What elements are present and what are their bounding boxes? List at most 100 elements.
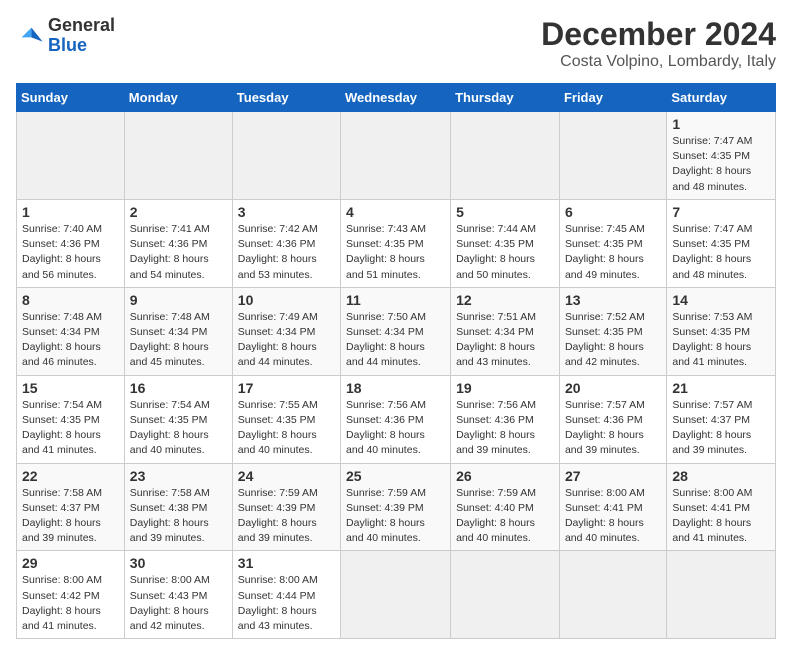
day-info: Sunrise: 7:54 AM Sunset: 4:35 PM Dayligh… <box>22 398 119 459</box>
day-number: 20 <box>565 380 661 396</box>
calendar-day-cell: 1 Sunrise: 7:47 AM Sunset: 4:35 PM Dayli… <box>667 112 776 200</box>
day-info: Sunrise: 8:00 AM Sunset: 4:44 PM Dayligh… <box>238 573 335 634</box>
calendar-day-cell: 3 Sunrise: 7:42 AM Sunset: 4:36 PM Dayli… <box>232 199 340 287</box>
day-info: Sunrise: 7:59 AM Sunset: 4:39 PM Dayligh… <box>346 486 445 547</box>
calendar-day-cell: 19 Sunrise: 7:56 AM Sunset: 4:36 PM Dayl… <box>451 375 560 463</box>
calendar-day-cell: 6 Sunrise: 7:45 AM Sunset: 4:35 PM Dayli… <box>559 199 666 287</box>
day-number: 1 <box>22 204 119 220</box>
calendar-week-row: 1 Sunrise: 7:40 AM Sunset: 4:36 PM Dayli… <box>17 199 776 287</box>
calendar-week-row: 8 Sunrise: 7:48 AM Sunset: 4:34 PM Dayli… <box>17 287 776 375</box>
day-info: Sunrise: 7:41 AM Sunset: 4:36 PM Dayligh… <box>130 222 227 283</box>
day-number: 14 <box>672 292 770 308</box>
calendar-header-cell: Tuesday <box>232 84 340 112</box>
calendar-day-cell: 5 Sunrise: 7:44 AM Sunset: 4:35 PM Dayli… <box>451 199 560 287</box>
calendar-week-row: 22 Sunrise: 7:58 AM Sunset: 4:37 PM Dayl… <box>17 463 776 551</box>
calendar-header-cell: Sunday <box>17 84 125 112</box>
day-number: 17 <box>238 380 335 396</box>
calendar-day-cell: 12 Sunrise: 7:51 AM Sunset: 4:34 PM Dayl… <box>451 287 560 375</box>
day-number: 19 <box>456 380 554 396</box>
calendar-body: 1 Sunrise: 7:47 AM Sunset: 4:35 PM Dayli… <box>17 112 776 639</box>
calendar-day-cell: 16 Sunrise: 7:54 AM Sunset: 4:35 PM Dayl… <box>124 375 232 463</box>
day-number: 3 <box>238 204 335 220</box>
day-number: 28 <box>672 468 770 484</box>
day-number: 7 <box>672 204 770 220</box>
day-info: Sunrise: 7:49 AM Sunset: 4:34 PM Dayligh… <box>238 310 335 371</box>
day-number: 12 <box>456 292 554 308</box>
day-number: 16 <box>130 380 227 396</box>
calendar-day-cell: 13 Sunrise: 7:52 AM Sunset: 4:35 PM Dayl… <box>559 287 666 375</box>
calendar-day-cell <box>451 112 560 200</box>
day-number: 26 <box>456 468 554 484</box>
calendar-day-cell: 15 Sunrise: 7:54 AM Sunset: 4:35 PM Dayl… <box>17 375 125 463</box>
day-number: 6 <box>565 204 661 220</box>
day-number: 31 <box>238 555 335 571</box>
day-info: Sunrise: 7:54 AM Sunset: 4:35 PM Dayligh… <box>130 398 227 459</box>
day-number: 23 <box>130 468 227 484</box>
calendar-header-row: SundayMondayTuesdayWednesdayThursdayFrid… <box>17 84 776 112</box>
header: General Blue December 2024 Costa Volpino… <box>16 16 776 71</box>
month-title: December 2024 <box>541 16 776 53</box>
calendar-day-cell: 29 Sunrise: 8:00 AM Sunset: 4:42 PM Dayl… <box>17 551 125 639</box>
calendar-day-cell: 26 Sunrise: 7:59 AM Sunset: 4:40 PM Dayl… <box>451 463 560 551</box>
calendar-day-cell: 9 Sunrise: 7:48 AM Sunset: 4:34 PM Dayli… <box>124 287 232 375</box>
day-info: Sunrise: 7:48 AM Sunset: 4:34 PM Dayligh… <box>22 310 119 371</box>
calendar-day-cell: 23 Sunrise: 7:58 AM Sunset: 4:38 PM Dayl… <box>124 463 232 551</box>
calendar-day-cell: 24 Sunrise: 7:59 AM Sunset: 4:39 PM Dayl… <box>232 463 340 551</box>
day-info: Sunrise: 7:52 AM Sunset: 4:35 PM Dayligh… <box>565 310 661 371</box>
calendar-header-cell: Friday <box>559 84 666 112</box>
calendar-header-cell: Wednesday <box>341 84 451 112</box>
calendar-day-cell: 8 Sunrise: 7:48 AM Sunset: 4:34 PM Dayli… <box>17 287 125 375</box>
calendar-day-cell: 10 Sunrise: 7:49 AM Sunset: 4:34 PM Dayl… <box>232 287 340 375</box>
day-info: Sunrise: 8:00 AM Sunset: 4:43 PM Dayligh… <box>130 573 227 634</box>
day-number: 9 <box>130 292 227 308</box>
day-number: 8 <box>22 292 119 308</box>
calendar-day-cell: 1 Sunrise: 7:40 AM Sunset: 4:36 PM Dayli… <box>17 199 125 287</box>
day-info: Sunrise: 7:57 AM Sunset: 4:37 PM Dayligh… <box>672 398 770 459</box>
calendar-day-cell: 7 Sunrise: 7:47 AM Sunset: 4:35 PM Dayli… <box>667 199 776 287</box>
title-area: December 2024 Costa Volpino, Lombardy, I… <box>541 16 776 71</box>
day-number: 29 <box>22 555 119 571</box>
day-info: Sunrise: 7:44 AM Sunset: 4:35 PM Dayligh… <box>456 222 554 283</box>
location-title: Costa Volpino, Lombardy, Italy <box>541 53 776 71</box>
day-number: 25 <box>346 468 445 484</box>
day-number: 22 <box>22 468 119 484</box>
logo-text: General Blue <box>48 16 115 56</box>
logo-icon <box>16 22 44 50</box>
day-info: Sunrise: 8:00 AM Sunset: 4:42 PM Dayligh… <box>22 573 119 634</box>
day-info: Sunrise: 7:43 AM Sunset: 4:35 PM Dayligh… <box>346 222 445 283</box>
day-info: Sunrise: 7:47 AM Sunset: 4:35 PM Dayligh… <box>672 134 770 195</box>
calendar-day-cell <box>559 551 666 639</box>
day-number: 18 <box>346 380 445 396</box>
logo: General Blue <box>16 16 115 56</box>
calendar-day-cell <box>559 112 666 200</box>
calendar-table: SundayMondayTuesdayWednesdayThursdayFrid… <box>16 83 776 639</box>
calendar-day-cell: 30 Sunrise: 8:00 AM Sunset: 4:43 PM Dayl… <box>124 551 232 639</box>
day-info: Sunrise: 7:48 AM Sunset: 4:34 PM Dayligh… <box>130 310 227 371</box>
day-number: 10 <box>238 292 335 308</box>
calendar-day-cell: 25 Sunrise: 7:59 AM Sunset: 4:39 PM Dayl… <box>341 463 451 551</box>
day-info: Sunrise: 8:00 AM Sunset: 4:41 PM Dayligh… <box>672 486 770 547</box>
calendar-day-cell <box>341 112 451 200</box>
calendar-week-row: 15 Sunrise: 7:54 AM Sunset: 4:35 PM Dayl… <box>17 375 776 463</box>
calendar-day-cell: 31 Sunrise: 8:00 AM Sunset: 4:44 PM Dayl… <box>232 551 340 639</box>
calendar-week-row: 1 Sunrise: 7:47 AM Sunset: 4:35 PM Dayli… <box>17 112 776 200</box>
calendar-day-cell: 11 Sunrise: 7:50 AM Sunset: 4:34 PM Dayl… <box>341 287 451 375</box>
day-number: 2 <box>130 204 227 220</box>
calendar-day-cell: 17 Sunrise: 7:55 AM Sunset: 4:35 PM Dayl… <box>232 375 340 463</box>
calendar-week-row: 29 Sunrise: 8:00 AM Sunset: 4:42 PM Dayl… <box>17 551 776 639</box>
day-number: 27 <box>565 468 661 484</box>
calendar-day-cell <box>451 551 560 639</box>
day-info: Sunrise: 7:58 AM Sunset: 4:38 PM Dayligh… <box>130 486 227 547</box>
day-number: 30 <box>130 555 227 571</box>
calendar-day-cell <box>124 112 232 200</box>
calendar-day-cell <box>17 112 125 200</box>
calendar-day-cell <box>341 551 451 639</box>
day-number: 21 <box>672 380 770 396</box>
day-info: Sunrise: 7:55 AM Sunset: 4:35 PM Dayligh… <box>238 398 335 459</box>
day-info: Sunrise: 8:00 AM Sunset: 4:41 PM Dayligh… <box>565 486 661 547</box>
day-number: 15 <box>22 380 119 396</box>
calendar-day-cell: 27 Sunrise: 8:00 AM Sunset: 4:41 PM Dayl… <box>559 463 666 551</box>
day-info: Sunrise: 7:59 AM Sunset: 4:40 PM Dayligh… <box>456 486 554 547</box>
calendar-day-cell: 20 Sunrise: 7:57 AM Sunset: 4:36 PM Dayl… <box>559 375 666 463</box>
day-info: Sunrise: 7:56 AM Sunset: 4:36 PM Dayligh… <box>456 398 554 459</box>
